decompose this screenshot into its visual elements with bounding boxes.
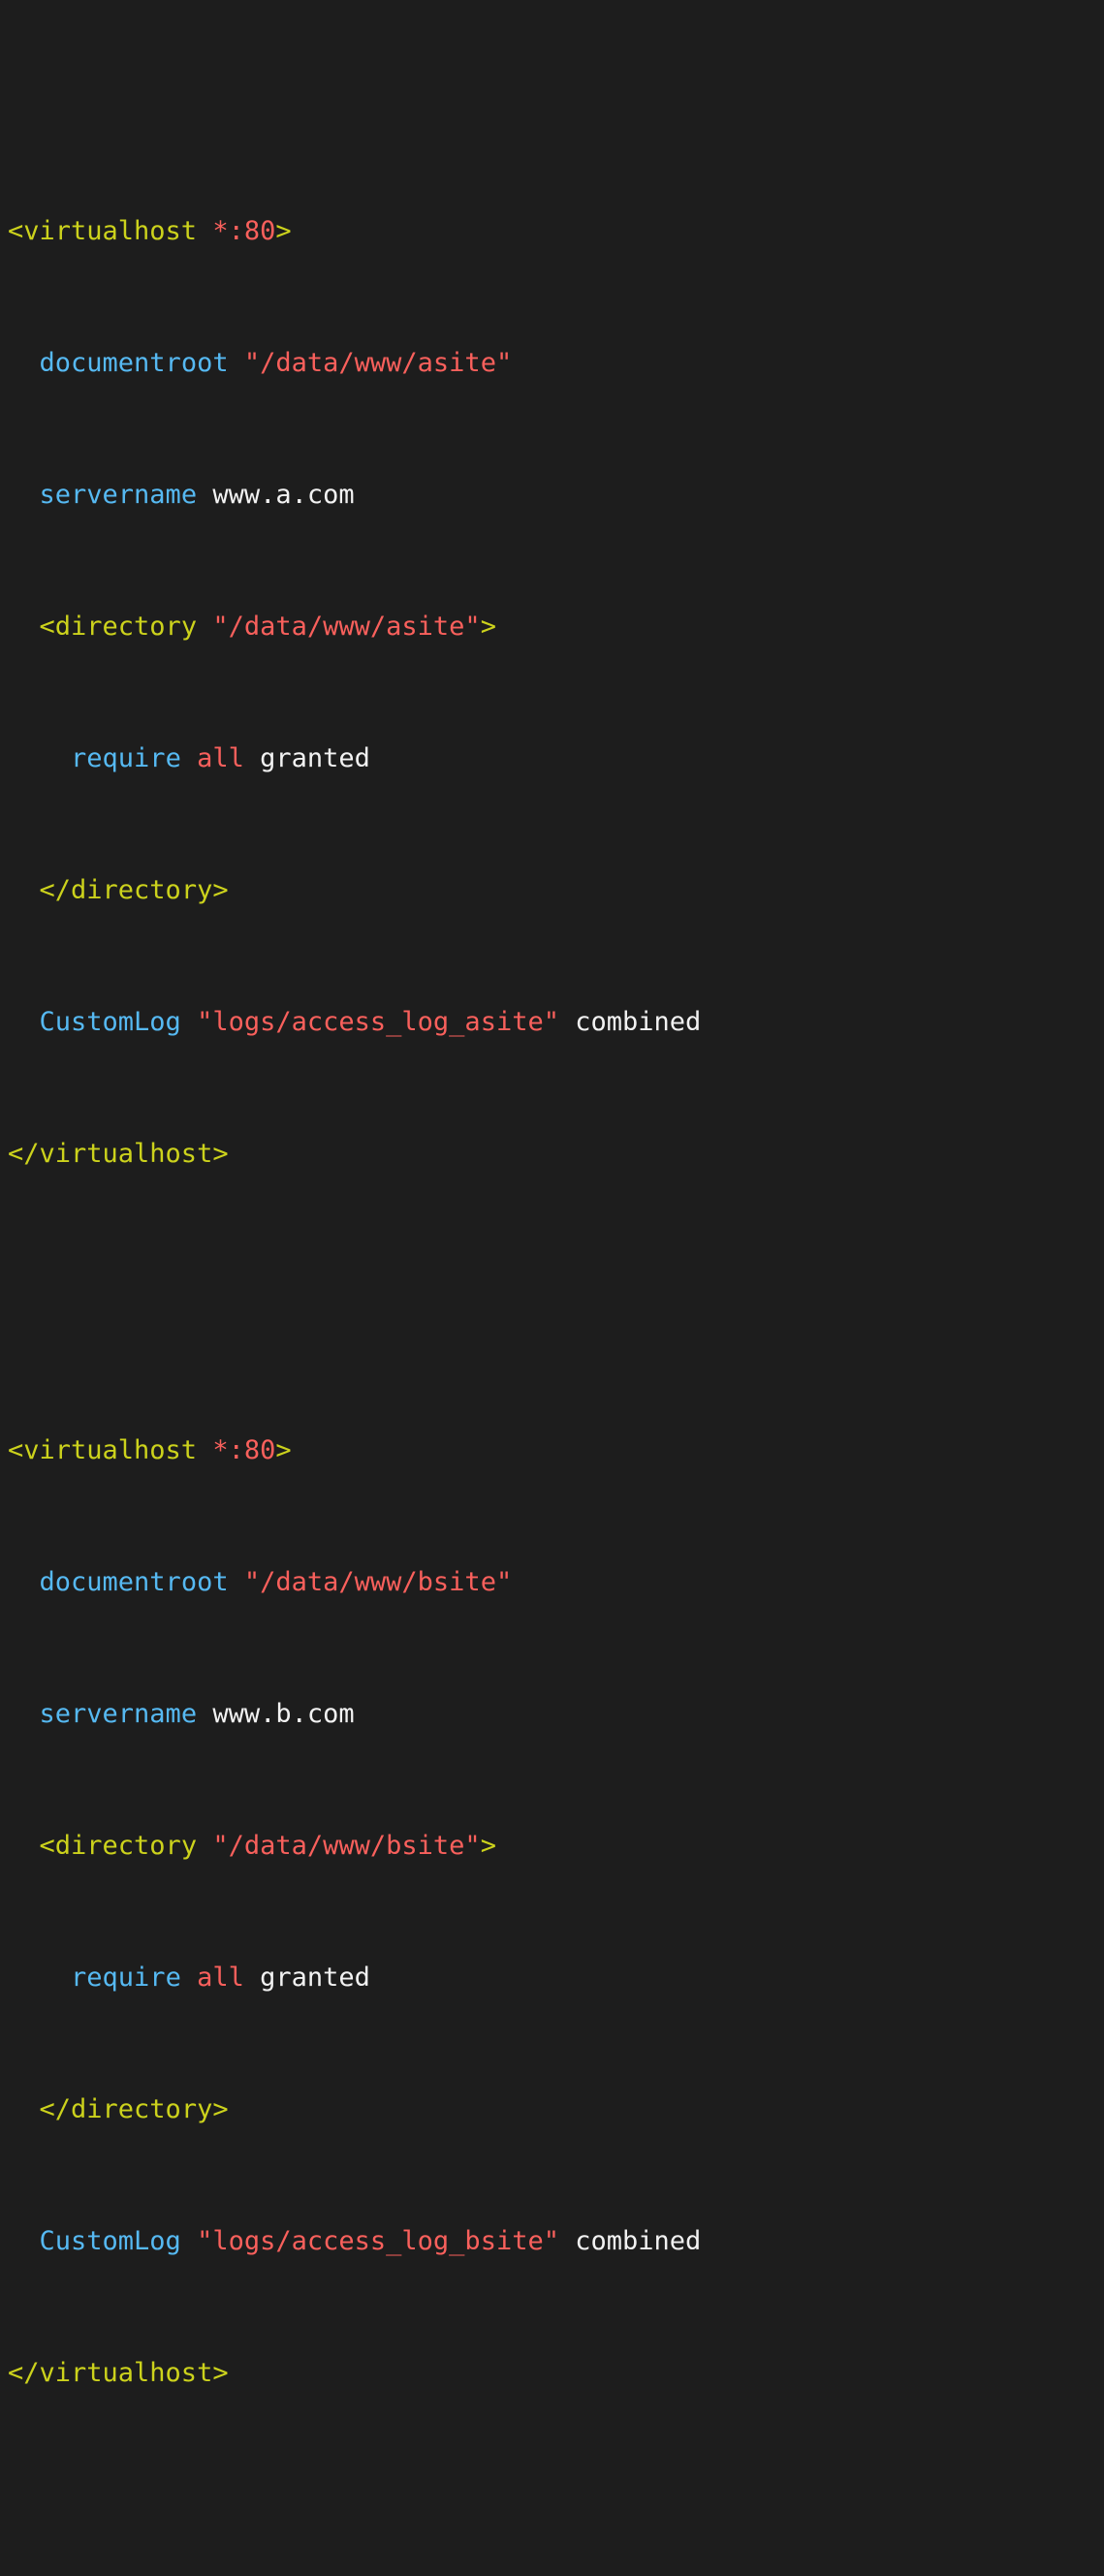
indent (8, 1831, 40, 1861)
directory-open-tag: <directory (40, 612, 198, 642)
config-line-customlog: CustomLog "logs/access_log_bsite" combin… (8, 2225, 1104, 2258)
directory-path: "/data/www/asite" (212, 612, 480, 642)
vhost-close-tag: </virtualhost> (8, 2358, 229, 2388)
customlog-format: combined (575, 1007, 701, 1037)
space (181, 743, 197, 773)
space (197, 1831, 212, 1861)
config-line-documentroot: documentroot "/data/www/bsite" (8, 1566, 1104, 1599)
indent (8, 1007, 40, 1037)
space (181, 1007, 197, 1037)
space (181, 2226, 197, 2256)
config-line-directory-close: </directory> (8, 874, 1104, 907)
vhost-open-close-angle: > (275, 1435, 291, 1465)
indent (8, 612, 40, 642)
directory-open-tag: <directory (40, 1831, 198, 1861)
space (559, 2226, 575, 2256)
indent (8, 743, 71, 773)
config-line-vhost-close: </virtualhost> (8, 1138, 1104, 1171)
space (197, 1699, 212, 1729)
config-blank-line (8, 1270, 1104, 1303)
vhost-close-tag: </virtualhost> (8, 1139, 229, 1169)
config-line-servername: servername www.a.com (8, 479, 1104, 512)
config-line-require: require all granted (8, 1962, 1104, 1995)
config-line-directory-close: </directory> (8, 2093, 1104, 2126)
require-key: require (71, 743, 181, 773)
terminal-window[interactable]: <virtualhost *:80> documentroot "/data/w… (0, 0, 1104, 1288)
documentroot-value: "/data/www/bsite" (244, 1567, 512, 1597)
require-state: granted (260, 743, 370, 773)
documentroot-value: "/data/www/asite" (244, 348, 512, 378)
documentroot-key: documentroot (40, 348, 229, 378)
config-line-require: require all granted (8, 742, 1104, 775)
space (197, 480, 212, 510)
require-key: require (71, 1963, 181, 1993)
space (229, 348, 244, 378)
space (559, 1007, 575, 1037)
indent (8, 480, 40, 510)
vhost-open-tag: <virtualhost (8, 216, 197, 246)
space (197, 1435, 212, 1465)
indent (8, 1699, 40, 1729)
space (197, 216, 212, 246)
config-line-vhost-open: <virtualhost *:80> (8, 1434, 1104, 1467)
documentroot-key: documentroot (40, 1567, 229, 1597)
servername-key: servername (40, 1699, 198, 1729)
indent (8, 1567, 40, 1597)
vhost-open-close-angle: > (275, 216, 291, 246)
config-line-servername: servername www.b.com (8, 1698, 1104, 1731)
vhost-address: *:80 (212, 216, 275, 246)
servername-value: www.a.com (212, 480, 354, 510)
require-all: all (197, 743, 244, 773)
config-line-vhost-close: </virtualhost> (8, 2357, 1104, 2390)
indent (8, 348, 40, 378)
directory-path: "/data/www/bsite" (212, 1831, 480, 1861)
customlog-value: "logs/access_log_asite" (197, 1007, 559, 1037)
customlog-key: CustomLog (40, 1007, 181, 1037)
config-line-vhost-open: <virtualhost *:80> (8, 215, 1104, 248)
config-line-documentroot: documentroot "/data/www/asite" (8, 347, 1104, 380)
customlog-value: "logs/access_log_bsite" (197, 2226, 559, 2256)
indent (8, 1963, 71, 1993)
servername-value: www.b.com (212, 1699, 354, 1729)
space (181, 1963, 197, 1993)
config-line-directory-open: <directory "/data/www/bsite"> (8, 1830, 1104, 1863)
space (244, 1963, 260, 1993)
servername-key: servername (40, 480, 198, 510)
indent (8, 875, 40, 905)
space (197, 612, 212, 642)
directory-close-tag: </directory> (40, 875, 229, 905)
space (229, 1567, 244, 1597)
terminal-screen[interactable]: <virtualhost *:80> documentroot "/data/w… (8, 83, 1104, 2576)
indent (8, 2226, 40, 2256)
config-line-customlog: CustomLog "logs/access_log_asite" combin… (8, 1006, 1104, 1039)
space (244, 743, 260, 773)
customlog-format: combined (575, 2226, 701, 2256)
vhost-open-tag: <virtualhost (8, 1435, 197, 1465)
vhost-address: *:80 (212, 1435, 275, 1465)
require-all: all (197, 1963, 244, 1993)
indent (8, 2094, 40, 2124)
directory-open-close-angle: > (481, 612, 496, 642)
directory-open-close-angle: > (481, 1831, 496, 1861)
config-line-directory-open: <directory "/data/www/asite"> (8, 611, 1104, 644)
config-blank-line (8, 2489, 1104, 2522)
customlog-key: CustomLog (40, 2226, 181, 2256)
directory-close-tag: </directory> (40, 2094, 229, 2124)
require-state: granted (260, 1963, 370, 1993)
